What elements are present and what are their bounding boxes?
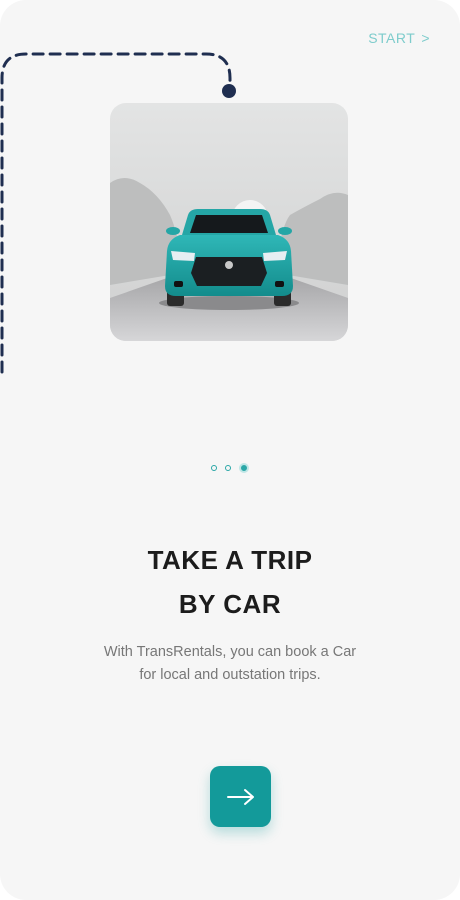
chevron-right-icon: > [421,30,430,46]
onboarding-description: With TransRentals, you can book a Car fo… [0,641,460,687]
onboarding-title: TAKE A TRIP BY CAR [0,538,460,626]
car-badge [225,261,233,269]
car-windshield [190,215,268,233]
onboarding-screen: START > TAKE A TRIP BY CAR With TransRen… [0,0,460,900]
car-mirror-right [278,227,292,235]
arrow-right-icon [226,788,254,805]
description-line-2: for local and outstation trips. [139,667,321,683]
page-dot-3-active[interactable] [239,463,249,473]
page-dot-1[interactable] [211,465,217,471]
start-button[interactable]: START > [368,30,430,46]
next-button[interactable] [210,766,271,827]
start-label: START [368,30,416,46]
page-indicator [0,463,460,473]
car-mirror-left [166,227,180,235]
title-line-1: TAKE A TRIP [147,545,313,575]
car-illustration [110,103,348,341]
title-line-2: BY CAR [178,589,282,619]
description-line-1: With TransRentals, you can book a Car [103,644,357,660]
page-dot-2[interactable] [225,465,231,471]
car-foglight-left [174,281,183,287]
car-foglight-right [275,281,284,287]
route-end-dot [222,84,236,98]
